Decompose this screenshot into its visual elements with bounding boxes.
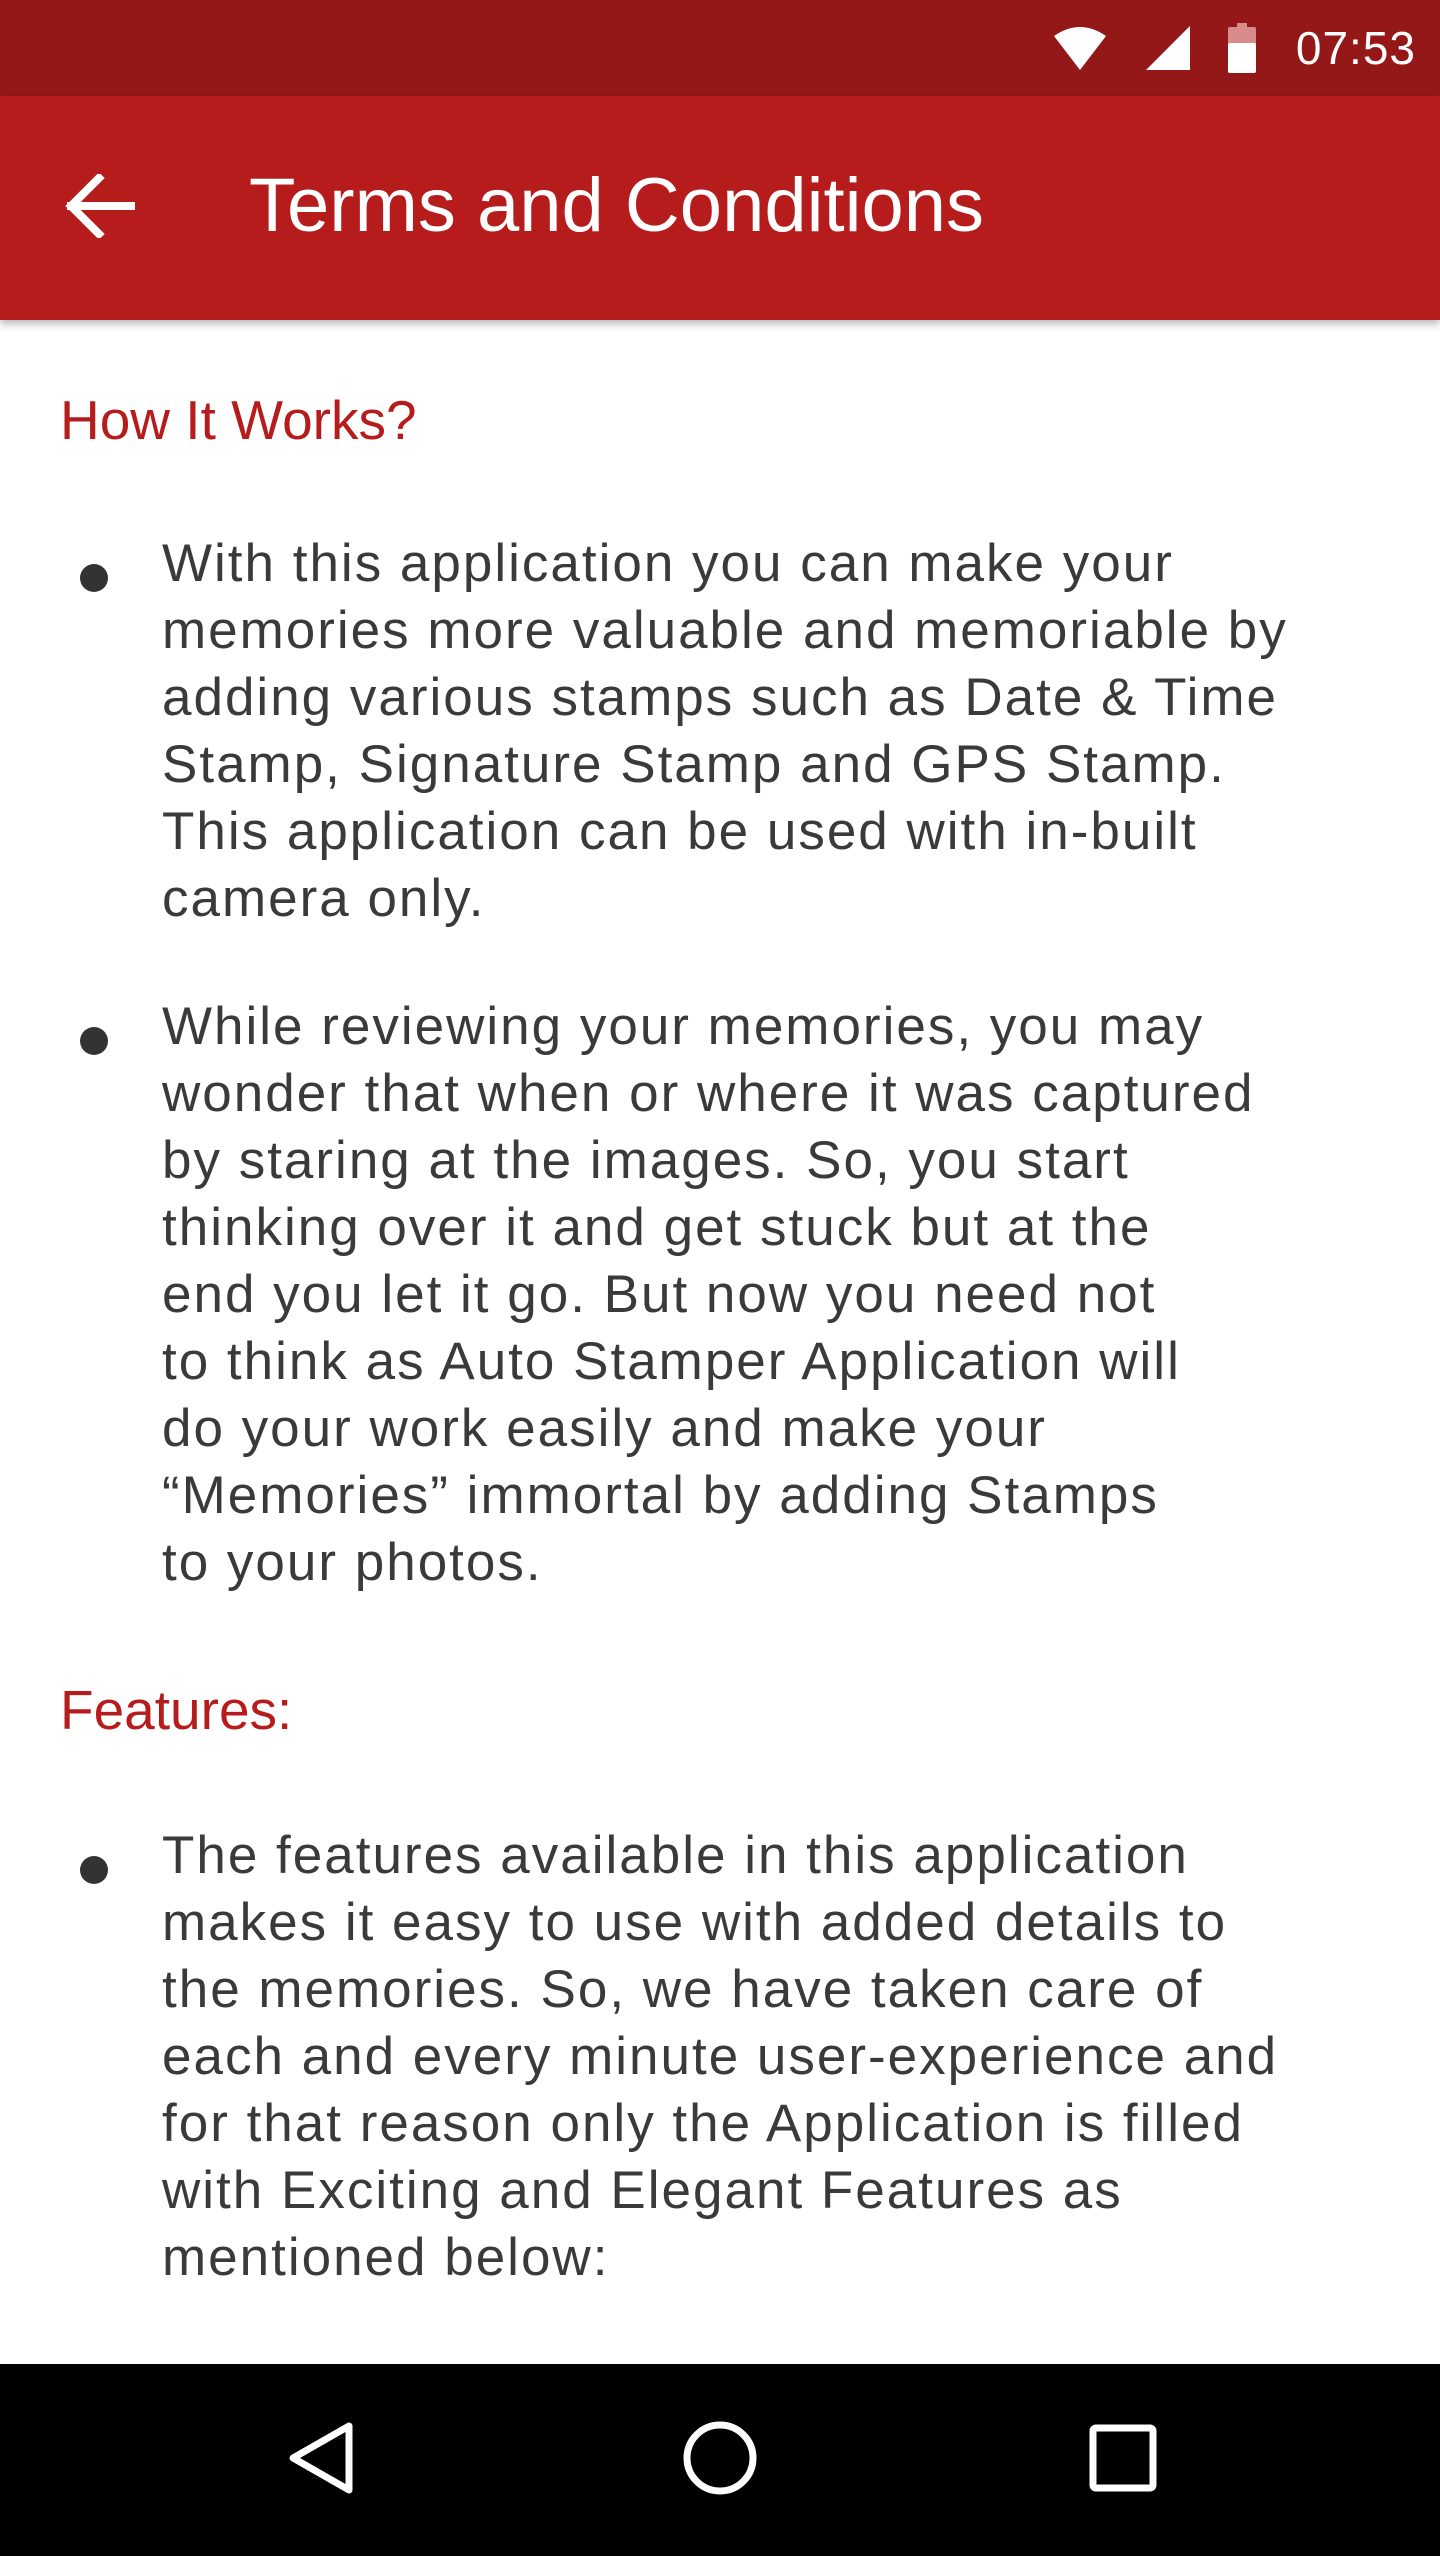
section-heading-how-it-works: How It Works? xyxy=(60,389,417,451)
bullet-text: With this application you can make your … xyxy=(162,534,1288,928)
app-bar: Terms and Conditions xyxy=(0,96,1440,320)
status-bar: 07:53 xyxy=(0,0,1440,96)
terms-content[interactable]: How It Works? With this application you … xyxy=(0,320,1440,2364)
recents-square-icon xyxy=(1088,2423,1158,2498)
bullet-text: The features available in this applicati… xyxy=(162,1826,1279,2287)
nav-recents-button[interactable] xyxy=(1063,2400,1183,2520)
page-title: Terms and Conditions xyxy=(249,163,985,248)
arrow-back-icon xyxy=(65,171,135,243)
bullet-icon xyxy=(80,1027,108,1055)
nav-home-button[interactable] xyxy=(660,2400,780,2520)
status-time: 07:53 xyxy=(1295,22,1416,74)
section-heading-features: Features: xyxy=(60,1679,293,1741)
home-circle-icon xyxy=(682,2420,758,2501)
navigation-bar xyxy=(0,2364,1440,2556)
status-icons: 07:53 xyxy=(1053,0,1416,96)
nav-back-button[interactable] xyxy=(260,2400,380,2520)
bullet-icon xyxy=(80,564,108,592)
back-triangle-icon xyxy=(285,2420,355,2501)
signal-icon xyxy=(1145,26,1190,70)
wifi-icon xyxy=(1053,26,1106,70)
back-button[interactable] xyxy=(40,148,160,268)
bullet-text: While reviewing your memories, you may w… xyxy=(162,997,1255,1592)
battery-icon xyxy=(1227,23,1256,73)
bullet-icon xyxy=(80,1856,108,1884)
